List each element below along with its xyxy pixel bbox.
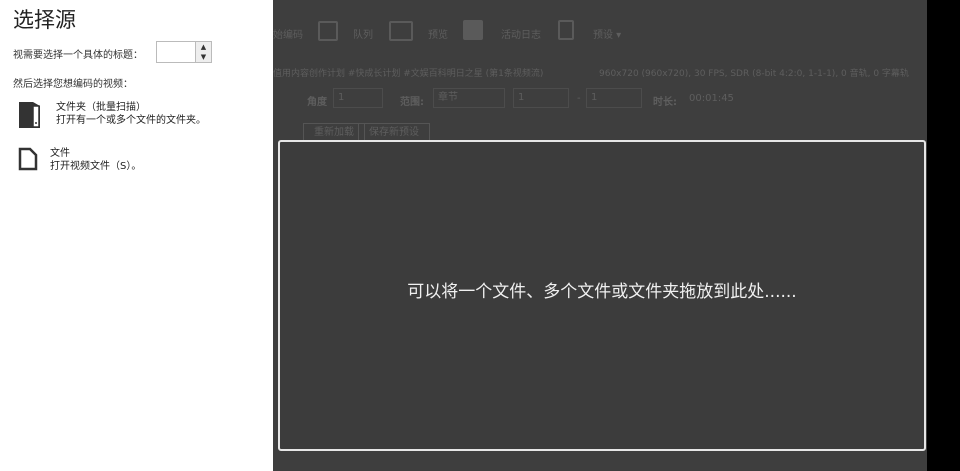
file-icon — [18, 147, 38, 171]
title-prompt: 视需要选择一个具体的标题： — [13, 50, 143, 61]
range-end-select: 1 — [586, 88, 642, 108]
toolbar-presets: 预设 ▾ — [593, 30, 622, 41]
file-option-desc: 打开视频文件（S）。 — [50, 161, 142, 172]
toolbar-encode: 始编码 — [273, 30, 303, 41]
range-start-select: 1 — [513, 88, 569, 108]
title-spinner[interactable]: ▲ ▼ — [156, 41, 212, 63]
preview-icon — [389, 21, 413, 41]
open-file-option[interactable]: 文件打开视频文件（S）。 — [18, 147, 141, 173]
toolbar-preview: 预览 — [428, 30, 448, 41]
source-info: 960x720 (960x720), 30 FPS, SDR (8-bit 4:… — [599, 69, 909, 79]
panel-title: 选择源 — [13, 8, 76, 32]
folder-icon — [19, 102, 40, 128]
presets-icon — [558, 20, 574, 40]
choose-prompt: 然后选择您想编码的视频： — [13, 79, 133, 90]
range-type-select: 章节 — [433, 88, 505, 108]
angle-select: 1 — [333, 88, 383, 108]
toolbar-queue: 队列 — [353, 30, 373, 41]
duration-value: 00:01:45 — [689, 93, 734, 104]
file-option-name: 文件 — [50, 148, 70, 159]
folder-option-name: 文件夹（批量扫描） — [56, 102, 146, 113]
folder-option-desc: 打开有一个或多个文件的文件夹。 — [56, 115, 206, 126]
source-line: 值用内容创作计划 #快成长计划 #文娱百科明日之星 (第1条视频流) — [273, 69, 544, 79]
activity-log-icon — [463, 20, 483, 40]
toolbar-activity-log: 活动日志 — [501, 30, 541, 41]
duration-label: 时长: — [653, 97, 677, 108]
source-selection-panel: 选择源 视需要选择一个具体的标题： ▲ ▼ 然后选择您想编码的视频： 文件夹（批量… — [0, 0, 273, 471]
spin-down-button[interactable]: ▼ — [196, 52, 211, 62]
drop-zone-text: 可以将一个文件、多个文件或文件夹拖放到此处...... — [407, 282, 797, 302]
drop-zone[interactable]: 可以将一个文件、多个文件或文件夹拖放到此处...... — [278, 140, 926, 451]
spin-up-button[interactable]: ▲ — [196, 42, 211, 52]
open-folder-option[interactable]: 文件夹（批量扫描） 打开有一个或多个文件的文件夹。 — [18, 101, 206, 129]
screen-edge — [927, 0, 960, 471]
angle-label: 角度 — [307, 97, 327, 108]
range-separator: - — [577, 93, 581, 104]
queue-icon — [318, 21, 338, 41]
range-label: 范围: — [400, 97, 424, 108]
